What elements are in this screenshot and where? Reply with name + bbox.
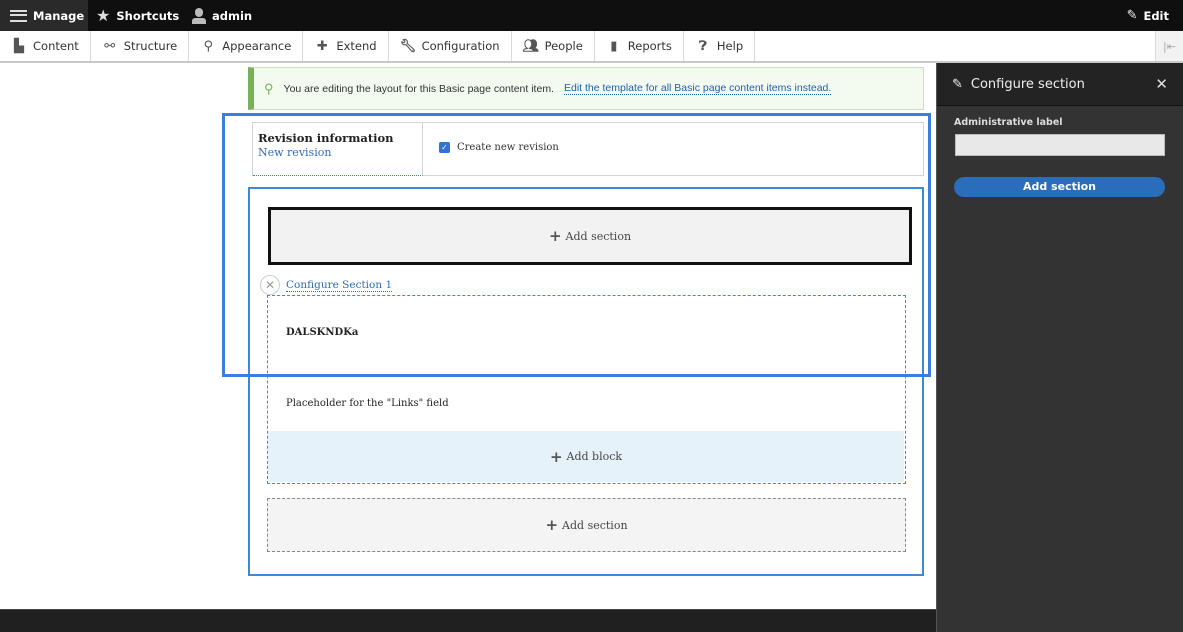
collapse-arrow-icon: |⇤ xyxy=(1163,39,1176,53)
map-pin-icon: ⚲ xyxy=(264,80,274,96)
toolbar-edit-label: Edit xyxy=(1143,8,1169,23)
create-revision-checkbox[interactable]: ✓ xyxy=(439,142,450,153)
help-icon: ❓︎ xyxy=(698,38,707,54)
plus-icon: + xyxy=(545,516,559,534)
paintbrush-icon: ⚲ xyxy=(203,38,214,54)
configure-section-dialog: ✎ Configure section ✕ Administrative lab… xyxy=(936,63,1183,632)
people-icon: 👥︎ xyxy=(522,38,540,54)
bar-chart-icon: ▮ xyxy=(610,38,618,54)
toolbar-shortcuts-label: Shortcuts xyxy=(116,8,180,23)
tray-item-label: Appearance xyxy=(222,39,292,53)
add-section-bottom-button[interactable]: + Add section xyxy=(267,498,906,552)
puzzle-icon: ✚ xyxy=(316,38,328,54)
plus-icon: + xyxy=(549,447,563,466)
tray-item-label: Structure xyxy=(123,39,178,53)
close-icon[interactable]: ✕ xyxy=(1155,75,1168,93)
file-icon: ▙ xyxy=(14,38,24,54)
tray-item-configuration[interactable]: 🔧︎ Configuration xyxy=(389,31,512,61)
tray-item-extend[interactable]: ✚ Extend xyxy=(303,31,389,61)
add-block-button[interactable]: + Add block xyxy=(268,431,904,482)
create-revision-label: Create new revision xyxy=(457,142,559,153)
add-block-label: Add block xyxy=(566,450,623,463)
administrative-label-input[interactable] xyxy=(955,134,1165,156)
tray-item-content[interactable]: ▙ Content xyxy=(0,31,91,61)
dialog-header: ✎ Configure section ✕ xyxy=(937,63,1183,106)
toolbar-user-label: admin xyxy=(212,8,253,23)
tray-item-structure[interactable]: ⚯ Structure xyxy=(91,31,190,61)
revision-title: Revision information xyxy=(258,131,394,145)
toolbar-manage-label: Manage xyxy=(33,8,85,23)
pencil-icon: ✎ xyxy=(952,76,963,92)
content-block[interactable]: Placeholder for the "Links" field xyxy=(286,398,449,409)
remove-section-icon[interactable]: ✕ xyxy=(260,275,280,295)
revision-information: Revision information New revision ✓ Crea… xyxy=(252,122,924,176)
wrench-icon: 🔧︎ xyxy=(399,38,417,54)
admin-menu-tray: ▙ Content ⚯ Structure ⚲ Appearance ✚ Ext… xyxy=(0,31,1183,63)
configure-section-link[interactable]: Configure Section 1 xyxy=(286,279,393,292)
tray-item-label: Extend xyxy=(336,39,377,53)
tray-item-people[interactable]: 👥︎ People xyxy=(512,31,595,61)
tray-item-label: People xyxy=(544,39,583,53)
status-message-text: You are editing the layout for this Basi… xyxy=(283,82,554,95)
tray-item-appearance[interactable]: ⚲ Appearance xyxy=(189,31,304,61)
dialog-title: Configure section xyxy=(970,76,1085,92)
tray-item-label: Content xyxy=(33,39,79,53)
tray-item-label: Reports xyxy=(627,39,672,53)
pencil-icon: ✎ xyxy=(1126,8,1138,23)
revision-summary: New revision xyxy=(258,146,332,159)
page-footer xyxy=(0,609,936,632)
star-icon: ★ xyxy=(96,5,111,25)
tray-item-help[interactable]: ❓︎ Help xyxy=(684,31,756,61)
toolbar-user[interactable]: admin xyxy=(192,0,252,31)
toolbar-edit[interactable]: ✎ Edit xyxy=(1127,0,1169,31)
add-section-label: Add section xyxy=(562,518,628,532)
status-message: ⚲ You are editing the layout for this Ba… xyxy=(248,67,924,110)
toolbar-manage[interactable]: Manage xyxy=(0,0,88,31)
revision-tab[interactable]: Revision information New revision xyxy=(253,123,423,176)
tray-orientation-toggle[interactable]: |⇤ xyxy=(1155,31,1183,61)
add-section-top-button[interactable]: + Add section xyxy=(268,207,912,265)
edit-template-link[interactable]: Edit the template for all Basic page con… xyxy=(563,82,832,95)
add-section-label: Add section xyxy=(565,229,632,243)
add-section-submit-button[interactable]: Add section xyxy=(954,177,1165,197)
section-controls: ✕ Configure Section 1 xyxy=(260,275,393,295)
user-icon xyxy=(192,7,206,24)
hamburger-icon xyxy=(10,9,27,22)
admin-toolbar: Manage ★ Shortcuts admin ✎ Edit xyxy=(0,0,1183,31)
layout-section: DALSKNDKa Placeholder for the "Links" fi… xyxy=(267,295,906,484)
tray-item-label: Help xyxy=(716,39,744,53)
layout-builder-canvas: ⚲ You are editing the layout for this Ba… xyxy=(0,63,936,609)
create-revision-row: ✓ Create new revision xyxy=(439,142,559,153)
toolbar-shortcuts[interactable]: ★ Shortcuts xyxy=(96,0,179,31)
administrative-label-caption: Administrative label xyxy=(954,117,1063,128)
content-block[interactable]: DALSKNDKa xyxy=(286,327,358,338)
sitemap-icon: ⚯ xyxy=(104,38,116,54)
tray-item-reports[interactable]: ▮ Reports xyxy=(595,31,684,61)
tray-item-label: Configuration xyxy=(421,39,500,53)
plus-icon: + xyxy=(548,227,562,245)
